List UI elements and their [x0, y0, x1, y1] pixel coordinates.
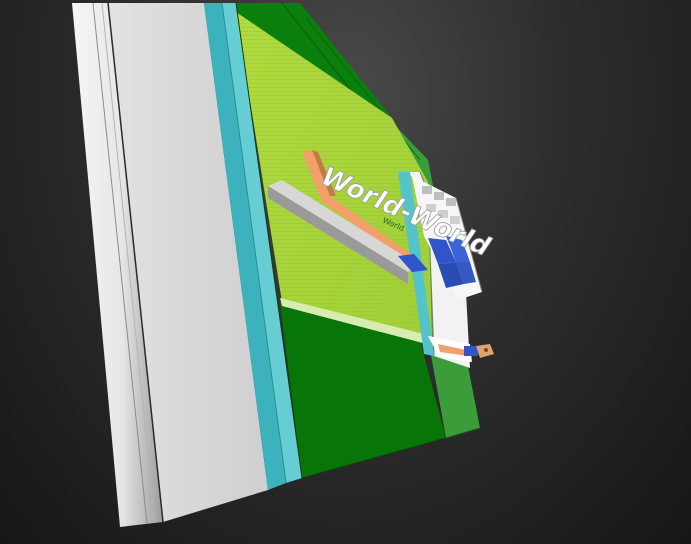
3d-viewport[interactable]: World-World World	[0, 0, 691, 544]
blue-nub	[464, 346, 478, 356]
3d-scene: World-World World	[72, 2, 497, 527]
